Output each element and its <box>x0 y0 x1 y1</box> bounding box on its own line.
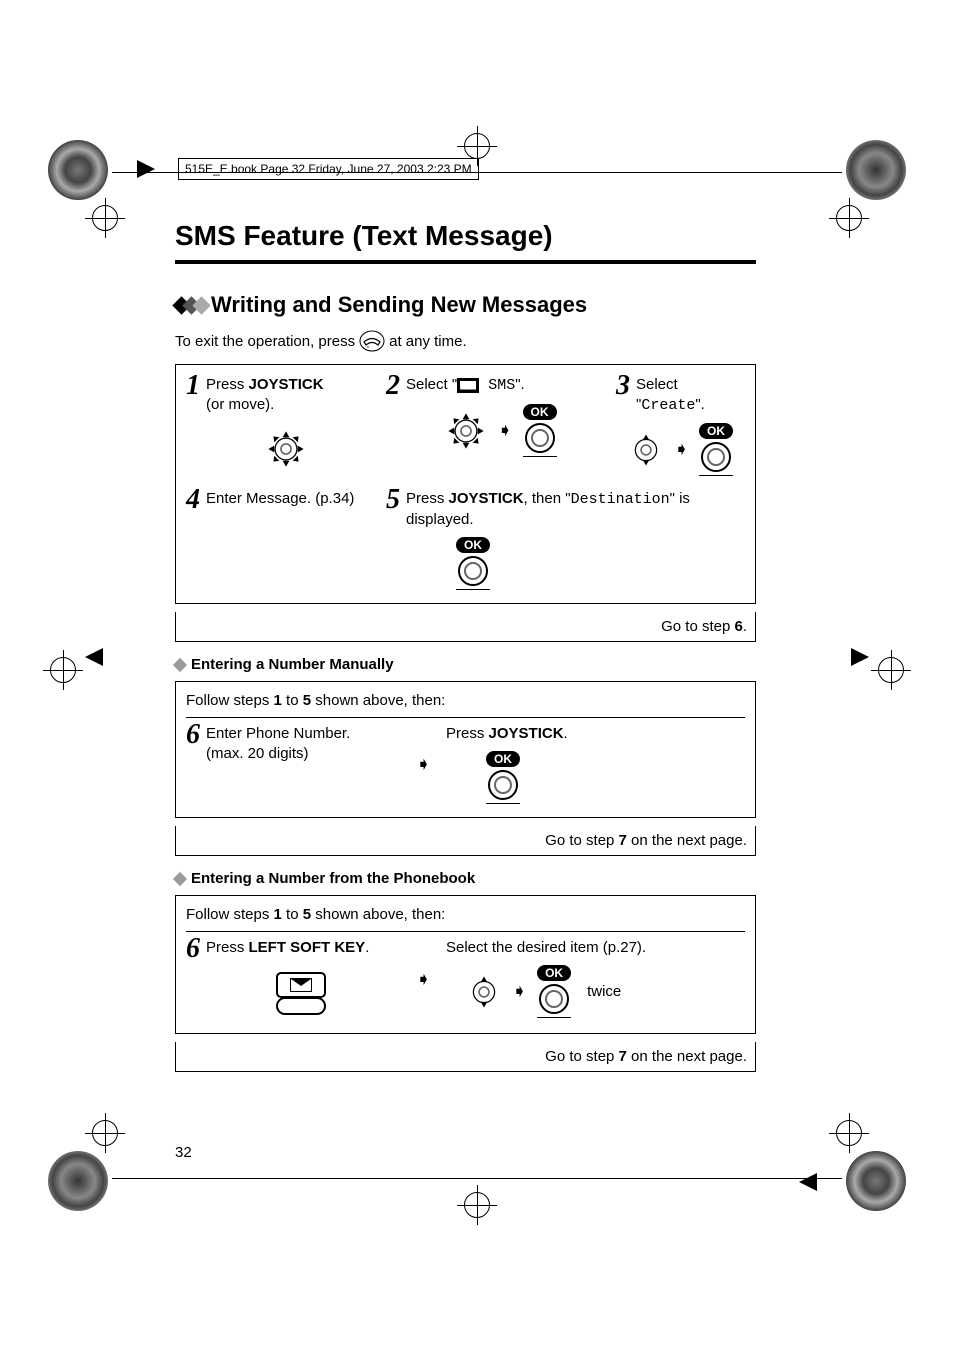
ok-button-icon: OK <box>486 751 520 804</box>
registration-mark-icon <box>43 650 83 690</box>
subsection-heading: Entering a Number from the Phonebook <box>175 870 756 887</box>
arrow-icon <box>85 648 103 666</box>
envelope-icon <box>457 378 479 393</box>
step-text: Select "Create". <box>636 375 745 416</box>
step-6-phonebook: 6 Press LEFT SOFT KEY. <box>186 938 416 1021</box>
step-number: 6 <box>186 938 200 960</box>
step-number: 2 <box>386 375 400 397</box>
arrow-separator: ➧ <box>416 938 446 1021</box>
step-text: Press LEFT SOFT KEY. <box>206 938 369 958</box>
twice-label: twice <box>587 983 621 1000</box>
step-number: 6 <box>186 724 200 746</box>
goto-step-7b: Go to step 7 on the next page. <box>175 1042 756 1072</box>
step-4: 4 Enter Message. (p.34) <box>186 489 386 591</box>
arrow-right-icon: ➧ <box>497 420 512 441</box>
step-text: Select the desired item (p.27). <box>446 939 646 956</box>
arrow-icon <box>137 160 155 178</box>
end-call-key-icon <box>359 330 385 352</box>
step-number: 3 <box>616 375 630 397</box>
step-6-manual: 6 Enter Phone Number.(max. 20 digits) <box>186 724 416 805</box>
crop-mark-icon <box>846 1151 906 1211</box>
left-soft-key-icon <box>276 972 326 1015</box>
step-6-manual-action: Press JOYSTICK. OK <box>446 724 745 805</box>
page-number: 32 <box>175 1144 192 1161</box>
crop-mark-icon <box>48 140 108 200</box>
main-steps-box: 1 Press JOYSTICK (or move). <box>175 364 756 604</box>
step-text: Enter Phone Number.(max. 20 digits) <box>206 724 350 764</box>
sub-box-manual: Follow steps 1 to 5 shown above, then: 6… <box>175 681 756 818</box>
joystick-all-directions-icon <box>445 410 487 452</box>
intro-text: To exit the operation, press at any time… <box>175 330 756 352</box>
ok-button-icon: OK <box>537 965 571 1018</box>
crop-mark-icon <box>846 140 906 200</box>
step-3: 3 Select "Create". ➧ OK <box>616 375 745 477</box>
arrow-right-icon: ➧ <box>416 754 431 775</box>
joystick-up-down-icon <box>466 974 502 1010</box>
arrow-separator: ➧ <box>416 724 446 805</box>
arrow-right-icon: ➧ <box>416 969 431 990</box>
registration-mark-icon <box>871 650 911 690</box>
step-number: 1 <box>186 375 200 397</box>
envelope-icon <box>290 978 312 992</box>
step-number: 4 <box>186 489 200 511</box>
section-heading: Writing and Sending New Messages <box>175 292 756 318</box>
arrow-right-icon: ➧ <box>512 981 527 1002</box>
registration-mark-icon <box>457 1185 497 1225</box>
step-text: Enter Message. (p.34) <box>206 489 354 509</box>
diamond-bullet-icon <box>173 657 187 671</box>
ok-button-icon: OK <box>699 423 733 476</box>
step-6-phonebook-action: Select the desired item (p.27). ➧ OK twi… <box>446 938 745 1021</box>
step-text: Press JOYSTICK. <box>446 725 568 742</box>
registration-mark-icon <box>85 1113 125 1153</box>
step-text: Press JOYSTICK (or move). <box>206 375 324 415</box>
joystick-all-directions-icon <box>265 428 307 470</box>
ok-button-icon: OK <box>456 537 490 590</box>
arrow-icon <box>851 648 869 666</box>
subsection-heading: Entering a Number Manually <box>175 656 756 673</box>
registration-mark-icon <box>829 1113 869 1153</box>
step-1: 1 Press JOYSTICK (or move). <box>186 375 386 477</box>
follow-steps-text: Follow steps 1 to 5 shown above, then: <box>186 692 745 718</box>
follow-steps-text: Follow steps 1 to 5 shown above, then: <box>186 906 745 932</box>
joystick-up-down-icon <box>628 432 664 468</box>
step-text: Press JOYSTICK, then "Destination" is di… <box>406 489 745 530</box>
registration-mark-icon <box>85 198 125 238</box>
registration-mark-icon <box>829 198 869 238</box>
page-header: 515E_E.book Page 32 Friday, June 27, 200… <box>178 158 479 180</box>
diamond-bullet-icon <box>175 299 205 312</box>
page-title: SMS Feature (Text Message) <box>175 220 756 252</box>
step-text: Select " SMS". <box>406 375 525 396</box>
arrow-icon <box>799 1173 817 1191</box>
diamond-bullet-icon <box>173 871 187 885</box>
arrow-right-icon: ➧ <box>674 439 689 460</box>
crop-mark-icon <box>48 1151 108 1211</box>
step-5: 5 Press JOYSTICK, then "Destination" is … <box>386 489 745 591</box>
ok-button-icon: OK <box>523 404 557 457</box>
sub-box-phonebook: Follow steps 1 to 5 shown above, then: 6… <box>175 895 756 1034</box>
step-number: 5 <box>386 489 400 511</box>
step-2: 2 Select " SMS". <box>386 375 616 477</box>
section-heading-text: Writing and Sending New Messages <box>211 292 587 318</box>
footer-rule <box>112 1178 842 1179</box>
goto-step-6: Go to step 6. <box>175 612 756 642</box>
goto-step-7a: Go to step 7 on the next page. <box>175 826 756 856</box>
